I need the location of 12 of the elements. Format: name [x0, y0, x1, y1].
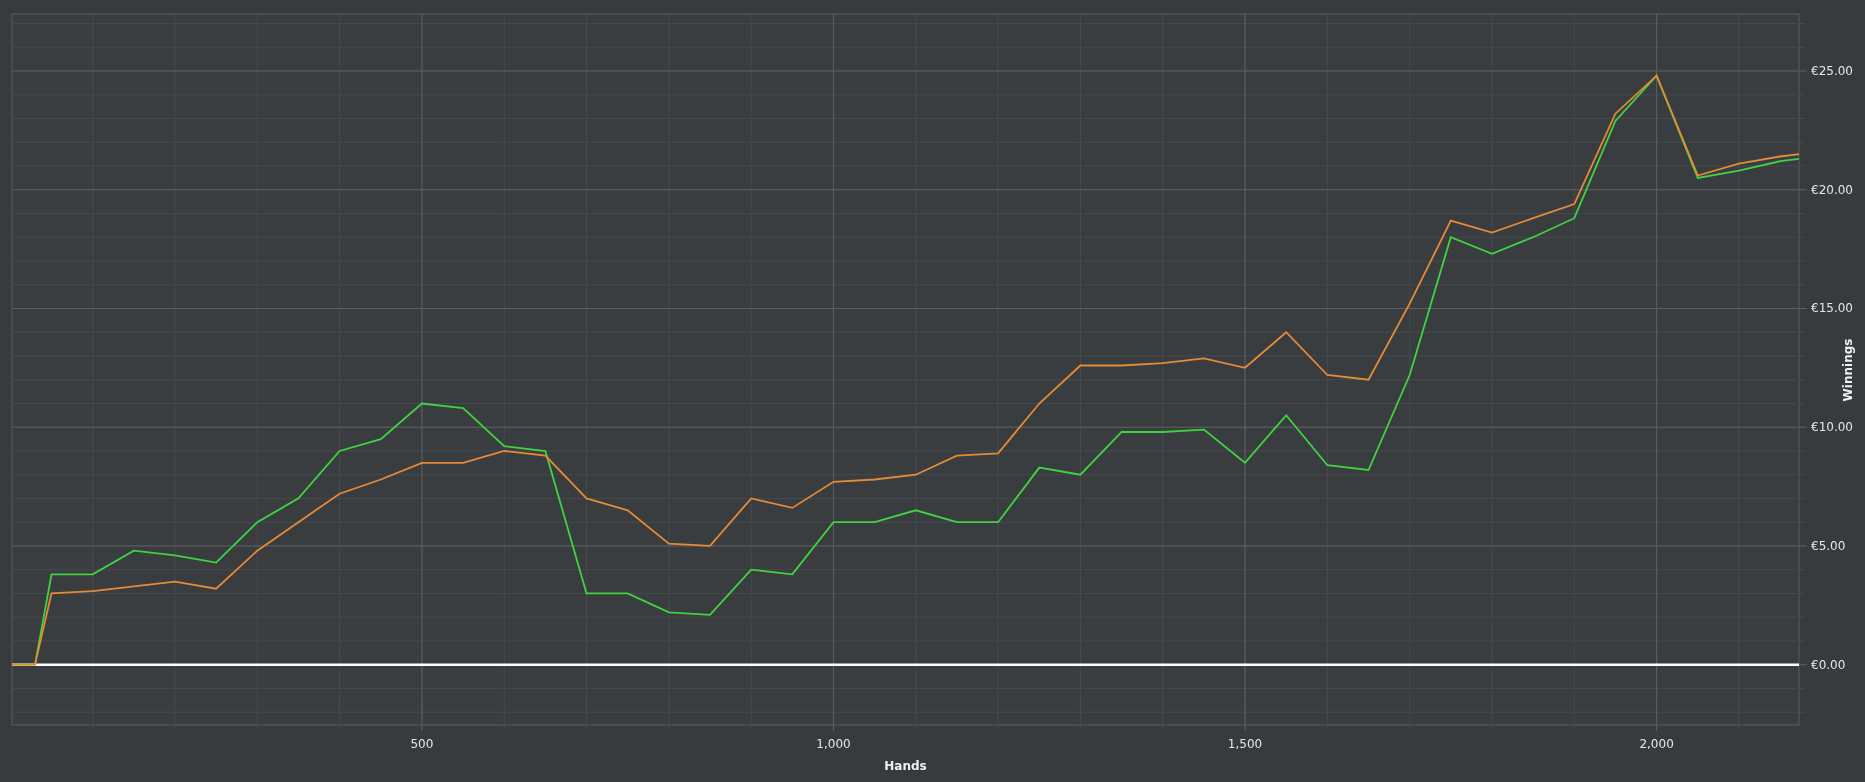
y-tick-label: €15.00	[1811, 301, 1853, 316]
x-tick-label: 1,500	[1227, 737, 1263, 751]
x-tick-label: 500	[410, 737, 434, 751]
y-axis-title: Winnings	[1841, 338, 1855, 402]
y-tick-label: €10.00	[1811, 420, 1853, 435]
x-tick-label: 2,000	[1639, 737, 1674, 751]
x-tick-label: 1,000	[816, 737, 851, 751]
y-tick-label: €5.00	[1811, 538, 1846, 553]
y-tick-label: €20.00	[1811, 182, 1853, 197]
y-tick-label: €0.00	[1811, 657, 1846, 672]
y-tick-label: €25.00	[1811, 64, 1853, 78]
x-axis-title: Hands	[884, 759, 927, 773]
